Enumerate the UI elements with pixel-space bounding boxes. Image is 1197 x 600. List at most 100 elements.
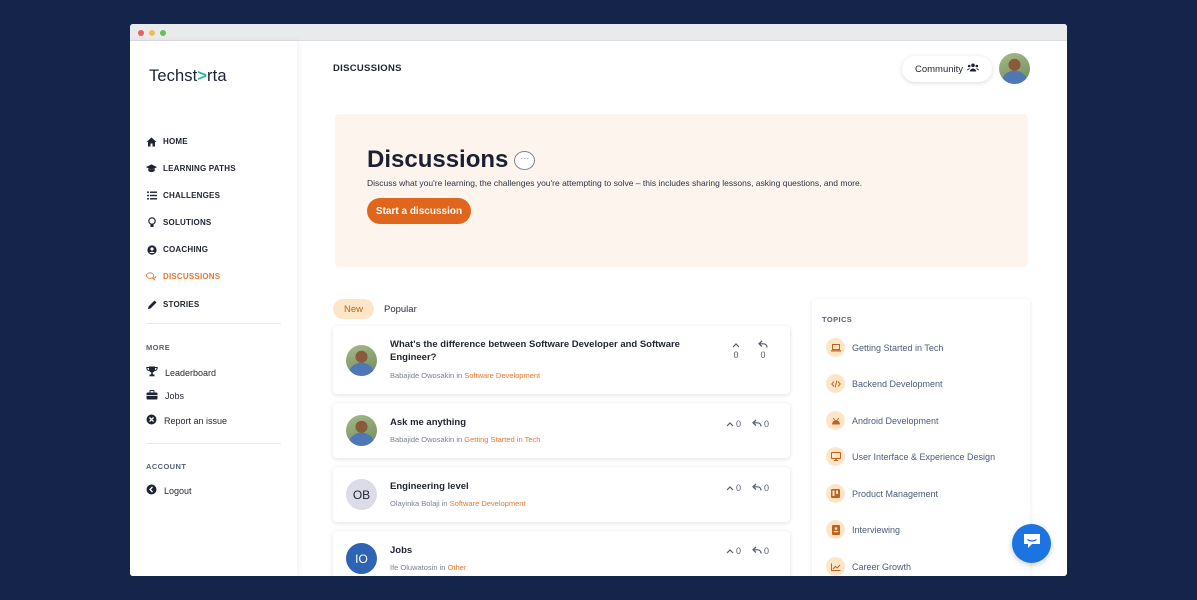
graduation-cap-icon <box>146 163 157 174</box>
reply-control[interactable]: 0 <box>756 340 770 360</box>
nav-item-learning-paths[interactable]: LEARNING PATHS <box>146 163 236 174</box>
nav-item-stories[interactable]: STORIES <box>146 299 199 310</box>
reply-control[interactable]: 0 <box>752 483 769 493</box>
discussion-card[interactable]: Ask me anything Babajide Owosakin in Get… <box>333 403 790 458</box>
discussion-title[interactable]: Ask me anything <box>390 416 690 429</box>
reply-count: 0 <box>764 546 770 556</box>
pencil-icon <box>146 299 157 310</box>
sidebar-item-label: Jobs <box>165 391 185 401</box>
nav-label: STORIES <box>163 300 200 309</box>
minimize-dot-icon[interactable] <box>149 30 155 36</box>
logo-suffix: rta <box>207 67 227 85</box>
reply-count: 0 <box>760 350 766 360</box>
reply-count: 0 <box>764 483 770 493</box>
discussion-meta: Babajide Owosakin in Software Developmen… <box>390 371 540 380</box>
upvote-icon <box>726 546 734 556</box>
chat-icon <box>1023 533 1041 554</box>
tab-popular[interactable]: Popular <box>373 299 428 319</box>
topic-android-development[interactable]: Android Development <box>826 411 939 430</box>
page-title: DISCUSSIONS <box>333 63 402 74</box>
main-content: DISCUSSIONS Community Discussions ··· Di… <box>297 41 1067 576</box>
discussion-card[interactable]: IO Jobs Ife Oluwatosin in Other 0 0 <box>333 531 790 576</box>
discussion-title[interactable]: Engineering level <box>390 480 690 493</box>
maximize-dot-icon[interactable] <box>160 30 166 36</box>
sidebar-item-label: Report an issue <box>164 415 228 426</box>
community-button[interactable]: Community <box>902 56 992 82</box>
topic-label: Product Management <box>852 488 939 499</box>
topic-career-growth[interactable]: Career Growth <box>826 557 911 576</box>
chat-bubbles-icon <box>146 271 157 282</box>
upvote-control[interactable]: 0 <box>726 419 741 429</box>
topic-label: Backend Development <box>852 378 943 389</box>
upvote-count: 0 <box>733 350 739 360</box>
hero-banner: Discussions ··· Discuss what you're lear… <box>335 114 1028 267</box>
sidebar-item-report-issue[interactable]: Report an issue <box>146 414 227 427</box>
topic-backend-development[interactable]: Backend Development <box>826 374 943 393</box>
arrow-left-circle-icon <box>146 484 157 497</box>
start-discussion-button[interactable]: Start a discussion <box>367 198 471 224</box>
nav-item-challenges[interactable]: CHALLENGES <box>146 190 220 201</box>
topic-label: User Interface & Experience Design <box>852 451 996 462</box>
lightbulb-icon <box>146 217 157 228</box>
logo-accent: > <box>197 67 208 85</box>
discussion-meta: Olayinka Bolaji in Software Development <box>390 499 526 508</box>
nav-label: CHALLENGES <box>163 191 221 200</box>
nav-label: SOLUTIONS <box>163 218 212 227</box>
nav-label: DISCUSSIONS <box>163 272 221 281</box>
discussion-meta: Babajide Owosakin in Getting Started in … <box>390 435 540 444</box>
sidebar-item-leaderboard[interactable]: Leaderboard <box>146 366 216 379</box>
upvote-control[interactable]: 0 <box>729 340 743 360</box>
upvote-count: 0 <box>736 483 742 493</box>
reply-count: 0 <box>764 419 770 429</box>
trophy-icon <box>146 366 158 379</box>
discussion-title[interactable]: Jobs <box>390 544 690 557</box>
discussion-card[interactable]: OB Engineering level Olayinka Bolaji in … <box>333 467 790 522</box>
nav-item-solutions[interactable]: SOLUTIONS <box>146 217 211 228</box>
nav-item-home[interactable]: HOME <box>146 136 188 147</box>
reply-control[interactable]: 0 <box>752 546 769 556</box>
nav-item-discussions[interactable]: DISCUSSIONS <box>146 271 220 282</box>
tab-new[interactable]: New <box>333 299 375 319</box>
discussion-title[interactable]: What's the difference between Software D… <box>390 338 690 364</box>
close-dot-icon[interactable] <box>138 30 144 36</box>
nav-label: LEARNING PATHS <box>163 164 236 173</box>
topic-interviewing[interactable]: Interviewing <box>826 520 900 539</box>
sidebar-item-jobs[interactable]: Jobs <box>146 390 184 402</box>
upvote-control[interactable]: 0 <box>726 483 741 493</box>
category-link[interactable]: Getting Started in Tech <box>464 435 540 444</box>
code-icon <box>826 374 845 393</box>
author-name: Babajide Owosakin <box>390 371 455 380</box>
hero-description: Discuss what you're learning, the challe… <box>367 178 863 188</box>
upvote-count: 0 <box>736 546 742 556</box>
chat-support-button[interactable] <box>1012 524 1051 563</box>
sidebar-item-label: Logout <box>164 485 192 496</box>
id-card-icon <box>826 520 845 539</box>
hero-title: Discussions <box>367 146 509 173</box>
topic-ui-ux-design[interactable]: User Interface & Experience Design <box>826 447 995 466</box>
category-link[interactable]: Software Development <box>464 371 540 380</box>
discussion-card[interactable]: What's the difference between Software D… <box>333 326 790 394</box>
upvote-control[interactable]: 0 <box>726 546 741 556</box>
meta-in: in <box>456 435 463 444</box>
sidebar-item-label: Leaderboard <box>165 367 217 378</box>
sidebar-item-logout[interactable]: Logout <box>146 484 192 497</box>
category-link[interactable]: Software Development <box>450 499 526 508</box>
topic-product-management[interactable]: Product Management <box>826 484 938 503</box>
discussion-meta: Ife Oluwatosin in Other <box>390 563 466 572</box>
sidebar: Techst>rta HOME LEARNING PATHS CHALLENGE… <box>130 41 297 576</box>
topic-label: Career Growth <box>852 561 912 572</box>
category-link[interactable]: Other <box>448 563 467 572</box>
topics-heading: TOPICS <box>822 315 853 324</box>
brand-logo[interactable]: Techst>rta <box>149 67 227 86</box>
briefcase-icon <box>146 390 158 402</box>
user-avatar[interactable] <box>999 53 1030 84</box>
reply-icon <box>752 546 762 556</box>
topic-label: Android Development <box>852 415 939 426</box>
author-avatar <box>346 415 377 446</box>
reply-control[interactable]: 0 <box>752 419 769 429</box>
reply-icon <box>756 340 770 350</box>
author-avatar <box>346 345 377 376</box>
community-label: Community <box>914 63 964 75</box>
nav-item-coaching[interactable]: COACHING <box>146 244 208 255</box>
topic-getting-started[interactable]: Getting Started in Tech <box>826 338 943 357</box>
